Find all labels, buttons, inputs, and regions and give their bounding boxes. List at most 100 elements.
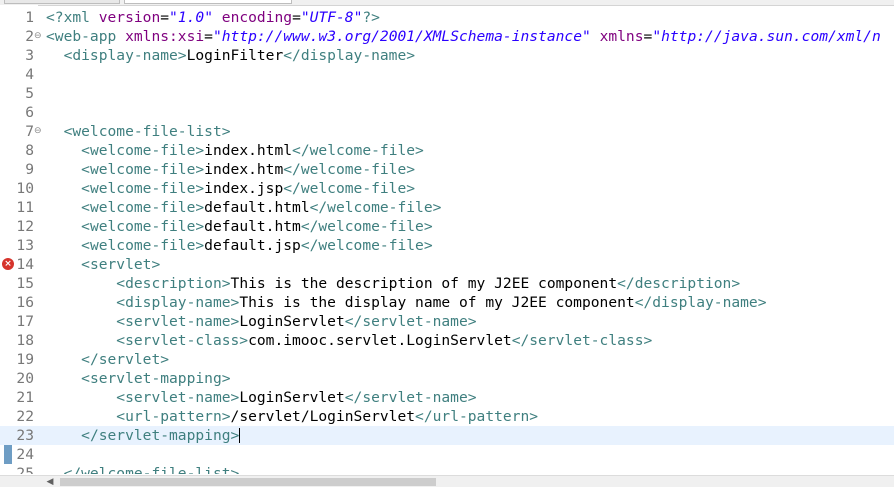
line-number: 13 <box>16 237 34 254</box>
code-line[interactable]: 10 <welcome-file>index.jsp</welcome-file… <box>0 179 894 198</box>
code-line[interactable]: 6 <box>0 103 894 122</box>
code-text: <servlet> <box>46 255 160 274</box>
code-text: <url-pattern>/servlet/LoginServlet</url-… <box>46 407 538 426</box>
line-number: 10 <box>16 180 34 197</box>
code-line[interactable]: 16 <display-name>This is the display nam… <box>0 293 894 312</box>
code-line[interactable]: 20 <servlet-mapping> <box>0 369 894 388</box>
xml-text <box>213 9 222 26</box>
xml-tag: </welcome-file> <box>283 180 416 197</box>
xml-text <box>46 313 116 330</box>
code-line[interactable]: 4 <box>0 65 894 84</box>
code-line[interactable]: 18 <servlet-class>com.imooc.servlet.Logi… <box>0 331 894 350</box>
xml-tag: </welcome-file> <box>309 199 442 216</box>
code-line[interactable]: 13 <welcome-file>default.jsp</welcome-fi… <box>0 236 894 255</box>
xml-text: default.html <box>204 199 310 216</box>
xml-tag: xml <box>63 9 90 26</box>
xml-text: This is the display name of my J2EE comp… <box>239 294 635 311</box>
xml-tag: <servlet-class> <box>116 332 249 349</box>
xml-tag: <web-app <box>46 28 117 45</box>
line-number: 21 <box>16 389 34 406</box>
xml-tag: <servlet-mapping> <box>81 370 231 387</box>
xml-text <box>46 237 81 254</box>
line-number: 3 <box>25 47 34 64</box>
xml-text <box>591 28 600 45</box>
xml-tag: <url-pattern> <box>116 408 231 425</box>
code-line[interactable]: 23 </servlet-mapping> <box>0 426 894 445</box>
xml-text <box>90 9 99 26</box>
xml-tag: </display-name> <box>634 294 767 311</box>
code-text: <display-name>LoginFilter</display-name> <box>46 46 415 65</box>
xml-text <box>46 294 116 311</box>
xml-text: LoginServlet <box>239 313 345 330</box>
code-text: </servlet> <box>46 350 169 369</box>
fold-icon[interactable]: ⊖ <box>34 122 44 141</box>
xml-text: index.htm <box>204 161 284 178</box>
code-line[interactable]: 5 <box>0 84 894 103</box>
xml-text: = <box>204 28 213 45</box>
xml-tag: <display-name> <box>63 47 187 64</box>
editor-tab-active[interactable] <box>124 0 292 4</box>
xml-tag: <welcome-file> <box>81 142 205 159</box>
line-number: 2 <box>25 28 34 45</box>
code-line[interactable]: 11 <welcome-file>default.html</welcome-f… <box>0 198 894 217</box>
line-number: 25 <box>16 465 34 474</box>
code-line[interactable]: 17 <servlet-name>LoginServlet</servlet-n… <box>0 312 894 331</box>
code-text: </servlet-mapping> <box>46 426 241 445</box>
line-number: 23 <box>16 427 34 444</box>
editor-tab-strip <box>0 0 894 6</box>
code-line[interactable]: 25 </welcome-file-list> <box>0 464 894 474</box>
xml-text <box>46 180 81 197</box>
code-line[interactable]: 12 <welcome-file>default.htm</welcome-fi… <box>0 217 894 236</box>
code-editor[interactable]: 1 <?xml version="1.0" encoding="UTF-8"?> 2… <box>0 8 894 474</box>
code-line[interactable]: 21 <servlet-name>LoginServlet</servlet-n… <box>0 388 894 407</box>
xml-attribute-value: "http://java.sun.com/xml/n <box>652 28 881 45</box>
code-line[interactable]: 2 ⊖ <web-app xmlns:xsi="http://www.w3.org/… <box>0 27 894 46</box>
xml-text: /servlet/LoginServlet <box>230 408 416 425</box>
xml-tag: <welcome-file> <box>81 218 205 235</box>
code-line[interactable]: 24 <box>0 445 894 464</box>
fold-icon[interactable]: ⊖ <box>34 27 44 46</box>
code-text: <welcome-file>index.jsp</welcome-file> <box>46 179 415 198</box>
xml-tag: <servlet-name> <box>116 389 240 406</box>
error-icon[interactable]: × <box>2 258 14 270</box>
xml-tag: </description> <box>617 275 741 292</box>
code-line[interactable]: 3 <display-name>LoginFilter</display-nam… <box>0 46 894 65</box>
code-text: </welcome-file-list> <box>46 464 240 474</box>
code-line[interactable]: 8 <welcome-file>index.html</welcome-file… <box>0 141 894 160</box>
xml-tag: <servlet> <box>81 256 161 273</box>
line-number: 17 <box>16 313 34 330</box>
xml-text <box>46 161 81 178</box>
xml-tag: <display-name> <box>116 294 240 311</box>
code-line[interactable]: 19 </servlet> <box>0 350 894 369</box>
code-line[interactable]: 22 <url-pattern>/servlet/LoginServlet</u… <box>0 407 894 426</box>
code-line[interactable]: 9 <welcome-file>index.htm</welcome-file> <box>0 160 894 179</box>
code-line[interactable]: 14 × <servlet> <box>0 255 894 274</box>
xml-attribute: xmlns:xsi <box>125 28 205 45</box>
xml-text <box>46 47 64 64</box>
code-text: <description>This is the description of … <box>46 274 740 293</box>
xml-text: com.imooc.servlet.LoginServlet <box>248 332 512 349</box>
xml-text <box>46 332 116 349</box>
line-number: 1 <box>25 9 34 26</box>
scrollbar-thumb[interactable] <box>60 478 436 486</box>
editor-tab[interactable] <box>4 0 120 4</box>
code-line[interactable]: 15 <description>This is the description … <box>0 274 894 293</box>
text-caret <box>239 428 241 443</box>
line-number: 8 <box>25 142 34 159</box>
xml-text <box>46 218 81 235</box>
line-number: 19 <box>16 351 34 368</box>
code-line[interactable]: 7 ⊖ <welcome-file-list> <box>0 122 894 141</box>
line-number: 22 <box>16 408 34 425</box>
code-line[interactable]: 1 <?xml version="1.0" encoding="UTF-8"?> <box>0 8 894 27</box>
horizontal-scrollbar[interactable]: ◀ <box>0 475 894 487</box>
code-text: <web-app xmlns:xsi="http://www.w3.org/20… <box>46 27 881 46</box>
code-text: <servlet-name>LoginServlet</servlet-name… <box>46 312 476 331</box>
xml-tag: </servlet-class> <box>511 332 653 349</box>
line-number: 24 <box>16 446 34 463</box>
code-text: <welcome-file-list> <box>46 122 231 141</box>
xml-text: = <box>160 9 170 26</box>
line-number: 15 <box>16 275 34 292</box>
xml-text <box>46 123 64 140</box>
chevron-left-icon[interactable]: ◀ <box>44 477 56 487</box>
xml-text: = <box>643 28 653 45</box>
